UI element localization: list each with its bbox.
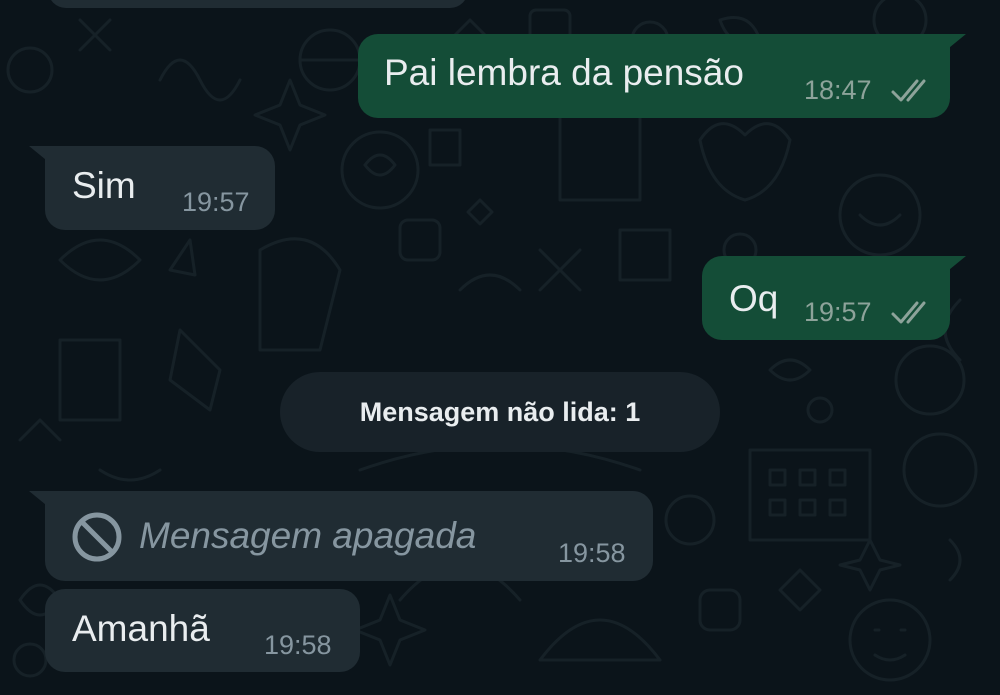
message-time: 19:58	[558, 538, 626, 568]
message-text: Oq	[729, 278, 779, 319]
message-time: 19:57	[182, 187, 250, 217]
message-bubble-incoming[interactable]: Sim 19:57	[29, 146, 275, 230]
double-check-icon	[891, 79, 926, 102]
previous-message-bubble-edge	[48, 0, 468, 8]
deleted-message-text: Mensagem apagada	[139, 515, 477, 556]
message-bubble-deleted[interactable]: Mensagem apagada 19:58	[29, 491, 653, 581]
bubble-tail	[944, 34, 966, 52]
message-bubble-outgoing[interactable]: Oq 19:57	[702, 256, 966, 340]
message-time: 19:57	[804, 297, 872, 327]
bubble-tail	[29, 491, 51, 509]
unread-divider-label: Mensagem não lida: 1	[359, 396, 641, 427]
message-bubble-incoming[interactable]: Amanhã 19:58	[45, 589, 360, 672]
message-text: Sim	[72, 165, 136, 206]
message-bubble-outgoing[interactable]: Pai lembra da pensão 18:47	[358, 34, 966, 118]
message-text: Pai lembra da pensão	[384, 52, 744, 93]
message-time: 19:58	[264, 630, 332, 660]
chat-screen: Pai lembra da pensão 18:47 Sim 19:57 Oq …	[0, 0, 1000, 695]
blocked-icon	[72, 512, 122, 562]
bubble-tail	[29, 146, 51, 164]
unread-messages-divider: Mensagem não lida: 1	[280, 372, 720, 452]
bubble-tail	[944, 256, 966, 274]
message-time: 18:47	[804, 75, 872, 105]
double-check-icon	[891, 301, 926, 324]
message-text: Amanhã	[72, 608, 210, 649]
